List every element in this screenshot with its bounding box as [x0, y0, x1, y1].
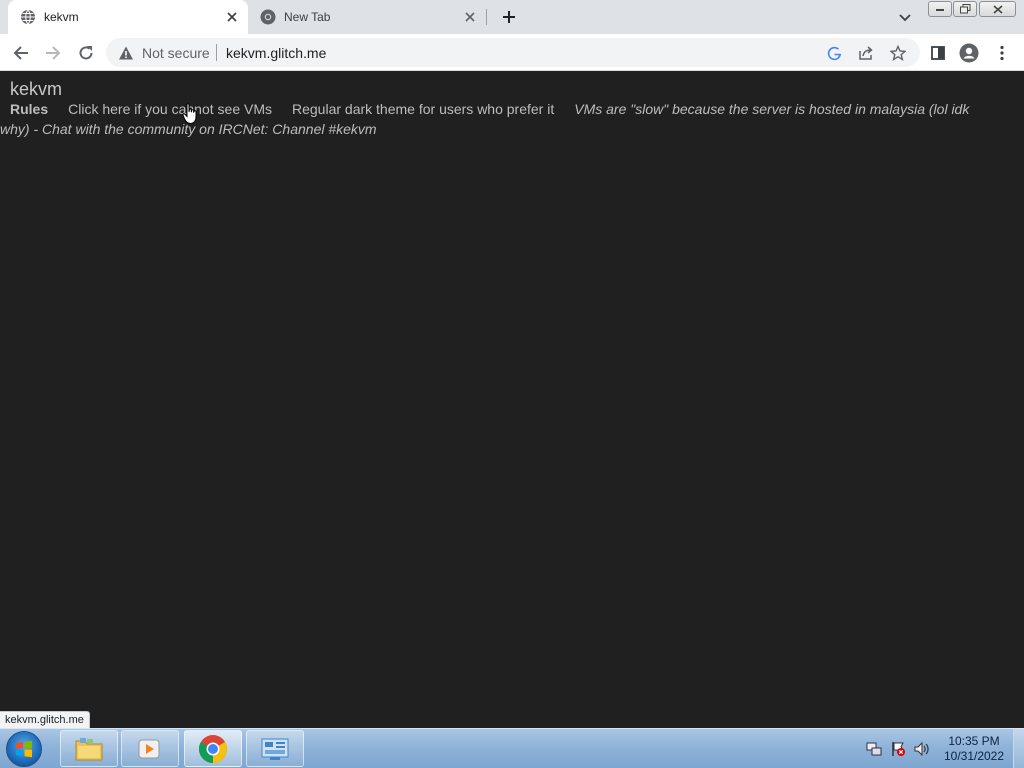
tab-separator — [486, 9, 487, 25]
reload-button[interactable] — [74, 41, 98, 65]
share-icon[interactable] — [857, 44, 875, 62]
taskbar-control-panel-button[interactable] — [246, 730, 304, 767]
taskbar-media-player-button[interactable] — [121, 730, 179, 767]
close-window-button[interactable] — [979, 1, 1016, 17]
page-content: kekvm Rules Click here if you cannot see … — [0, 71, 1024, 728]
volume-icon[interactable] — [914, 741, 930, 757]
tab-strip: kekvm New Tab — [0, 0, 1024, 34]
omnibox-divider — [216, 44, 217, 61]
minimize-button[interactable] — [928, 1, 952, 17]
dark-theme-link[interactable]: Regular dark theme for users who prefer … — [292, 101, 554, 117]
profile-avatar-icon[interactable] — [957, 41, 981, 65]
back-button[interactable] — [9, 41, 33, 65]
new-tab-button[interactable] — [498, 6, 520, 28]
control-panel-icon — [261, 738, 289, 760]
start-button[interactable] — [6, 731, 42, 767]
clock-date: 10/31/2022 — [943, 749, 1005, 763]
close-tab-icon[interactable] — [462, 9, 478, 25]
restore-button[interactable] — [953, 1, 977, 17]
tab-title: kekvm — [44, 10, 79, 24]
close-tab-icon[interactable] — [224, 9, 240, 25]
chrome-icon — [199, 734, 227, 763]
globe-icon — [20, 9, 36, 25]
system-clock[interactable]: 10:35 PM 10/31/2022 — [938, 734, 1010, 764]
google-lens-icon[interactable] — [825, 44, 843, 62]
taskbar-explorer-button[interactable] — [60, 730, 118, 767]
media-player-icon — [138, 739, 160, 758]
taskbar-chrome-button[interactable] — [184, 730, 242, 767]
status-bar-url: kekvm.glitch.me — [0, 711, 90, 728]
action-center-flag-icon[interactable] — [890, 741, 906, 757]
show-desktop-button[interactable] — [1013, 729, 1024, 768]
network-icon[interactable] — [866, 741, 882, 757]
tab-title: New Tab — [284, 10, 331, 24]
menu-kebab-icon[interactable] — [990, 41, 1014, 65]
chrome-icon — [260, 9, 276, 25]
forward-button[interactable] — [41, 41, 65, 65]
warning-icon[interactable] — [118, 45, 134, 61]
tab-search-chevron-icon[interactable] — [895, 8, 915, 28]
address-bar[interactable]: Not secure kekvm.glitch.me — [106, 38, 920, 67]
hand-cursor-icon — [182, 103, 197, 125]
windows-logo-icon — [16, 740, 32, 758]
security-label[interactable]: Not secure — [142, 45, 210, 61]
bookmark-star-icon[interactable] — [889, 44, 907, 62]
url-text[interactable]: kekvm.glitch.me — [226, 45, 326, 61]
folder-icon — [75, 737, 103, 760]
clock-time: 10:35 PM — [948, 734, 1000, 748]
cant-see-vms-link[interactable]: Click here if you cannot see VMs — [68, 101, 272, 117]
side-panel-button[interactable] — [926, 41, 950, 65]
windows-taskbar: 10:35 PM 10/31/2022 — [0, 728, 1024, 768]
site-title: kekvm — [10, 79, 63, 99]
tab-kekvm[interactable]: kekvm — [8, 0, 248, 34]
rules-link[interactable]: Rules — [10, 101, 48, 117]
nav-bar: Rules Click here if you cannot see VMs Reg… — [0, 99, 1000, 139]
browser-toolbar: Not secure kekvm.glitch.me — [0, 34, 1024, 71]
tab-new-tab[interactable]: New Tab — [248, 0, 486, 34]
